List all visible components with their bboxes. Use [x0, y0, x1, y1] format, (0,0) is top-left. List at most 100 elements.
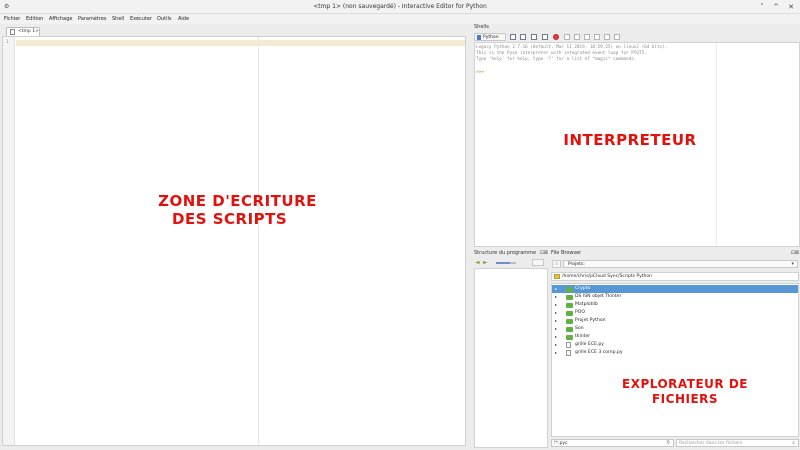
search-icon: ⌕	[792, 440, 795, 446]
title-bar: ⚙ <tmp 1> (non sauvegardé) - Interactive…	[0, 0, 800, 14]
maximize-icon[interactable]: ^	[771, 2, 781, 12]
file-name: grille ECE.py	[575, 342, 605, 347]
menu-executer[interactable]: Exécuter	[130, 16, 152, 22]
editor-tab-bar: <tmp 1>	[2, 26, 468, 36]
folder-row[interactable]: ▸ POO	[552, 309, 798, 317]
file-name: Crypto	[575, 286, 591, 291]
structure-panel-label: Structure du programme	[474, 250, 537, 256]
menu-aide[interactable]: Aide	[178, 16, 189, 22]
editor-annotation-line2: DES SCRIPTS	[172, 210, 288, 228]
editor-annotation-line1: ZONE D'ECRITURE	[158, 192, 317, 210]
terminate-icon[interactable]	[542, 34, 548, 40]
folder-row[interactable]: ▸ Matplotlib	[552, 301, 798, 309]
file-name: grille ECE 3 comp.py	[575, 350, 623, 355]
folder-row[interactable]: ▸ Son	[552, 325, 798, 333]
debug-stack-icon[interactable]	[614, 34, 620, 40]
expand-arrow-icon[interactable]: ▸	[555, 294, 557, 299]
code-editor[interactable]: 1	[2, 36, 466, 446]
file-row[interactable]: ▸ grille ECE 3 comp.py	[552, 349, 798, 357]
folder-icon	[566, 311, 573, 316]
folder-icon	[566, 327, 573, 332]
file-browser-toolbar: ☆ Projets: ▾	[551, 259, 799, 269]
debug-stop-icon[interactable]	[564, 34, 570, 40]
menu-outils[interactable]: Outils	[157, 16, 171, 22]
folder-icon	[566, 303, 573, 308]
restart-icon[interactable]	[531, 34, 537, 40]
arrow-right-icon[interactable]: ►	[483, 260, 488, 266]
folder-icon	[566, 335, 573, 340]
python-interpreter-label: Python	[483, 35, 499, 40]
chevron-down-icon: ▾	[791, 261, 794, 267]
expand-arrow-icon[interactable]: ▸	[555, 342, 557, 347]
file-name: tkinter	[575, 334, 591, 339]
python-interpreter-button[interactable]: Python	[474, 33, 506, 41]
project-select[interactable]: Projets: ▾	[563, 260, 798, 268]
menu-affichage[interactable]: Affichage	[49, 16, 73, 22]
menu-fichier[interactable]: Fichier	[4, 16, 20, 22]
window-title: <tmp 1> (non sauvegardé) - Interactive E…	[313, 3, 487, 10]
file-search-input[interactable]: Rechercher dans les fichiers ⌕	[676, 439, 799, 447]
clear-icon[interactable]	[510, 34, 516, 40]
menu-bar: Fichier Edition Affichage Paramètres She…	[0, 14, 800, 24]
file-search-placeholder: Rechercher dans les fichiers	[679, 441, 743, 446]
interrupt-icon[interactable]	[520, 34, 526, 40]
shell-banner-line: This is the Pyzo interpreter with integr…	[476, 51, 647, 56]
folder-row[interactable]: ▸ DS ISN objet Tkinter	[552, 293, 798, 301]
shell-banner-line: Type 'help' for help, type '?' for a lis…	[476, 57, 637, 62]
python-icon	[477, 35, 481, 40]
debug-step-into-icon[interactable]	[584, 34, 590, 40]
path-bar[interactable]: /home/chris/pCloud Sync/Scripts Python	[551, 272, 799, 281]
document-icon	[10, 29, 15, 35]
folder-icon	[566, 319, 573, 324]
file-filter-bar: !*.pyc ⚲ Rechercher dans les fichiers ⌕	[551, 438, 799, 448]
debug-step-over-icon[interactable]	[574, 34, 580, 40]
expand-arrow-icon[interactable]: ▸	[555, 350, 557, 355]
expand-arrow-icon[interactable]: ▸	[555, 310, 557, 315]
file-annotation-line2: FICHIERS	[651, 392, 719, 406]
folder-row[interactable]: ▸ Crypto	[552, 285, 798, 293]
debug-continue-icon[interactable]	[604, 34, 610, 40]
file-filter-value: !*.pyc	[554, 441, 568, 446]
expand-arrow-icon[interactable]: ▸	[555, 286, 557, 291]
expand-arrow-icon[interactable]: ▸	[555, 302, 557, 307]
structure-filter-icon[interactable]	[532, 259, 544, 266]
python-file-icon	[566, 350, 571, 356]
close-shell-icon[interactable]	[553, 34, 559, 40]
shell-banner-line: Legacy Python 2.7.16 (default, Mar 11 20…	[476, 45, 668, 50]
folder-row[interactable]: ▸ tkinter	[552, 333, 798, 341]
minimize-icon[interactable]: ˅	[757, 2, 767, 12]
close-icon[interactable]: ✕	[786, 2, 796, 12]
star-icon[interactable]: ☆	[552, 260, 561, 268]
file-browser-label: File Browser	[551, 250, 582, 256]
expand-arrow-icon[interactable]: ▸	[555, 326, 557, 331]
editor-tab[interactable]: <tmp 1>	[6, 27, 40, 36]
structure-tree[interactable]	[474, 268, 548, 448]
folder-icon	[566, 295, 573, 300]
folder-row[interactable]: ▸ Projet Python	[552, 317, 798, 325]
line-number-gutter: 1	[3, 37, 15, 445]
menu-edition[interactable]: Edition	[26, 16, 43, 22]
python-file-icon	[566, 342, 571, 348]
line-number: 1	[6, 40, 9, 45]
file-name: DS ISN objet Tkinter	[575, 294, 622, 299]
depth-slider[interactable]	[496, 262, 516, 264]
current-path: /home/chris/pCloud Sync/Scripts Python	[562, 274, 653, 279]
edge-column-line	[258, 37, 259, 445]
menu-parametres[interactable]: Paramètres	[78, 16, 107, 22]
funnel-icon[interactable]: ⚲	[666, 440, 670, 446]
file-filter-input[interactable]: !*.pyc ⚲	[551, 439, 674, 447]
expand-arrow-icon[interactable]: ▸	[555, 334, 557, 339]
menu-shell[interactable]: Shell	[112, 16, 124, 22]
arrow-left-icon[interactable]: ◄	[475, 260, 480, 266]
panel-controls-icon[interactable]: ⊡⊠	[540, 250, 548, 256]
file-list[interactable]: ▸ Crypto ▸ DS ISN objet Tkinter ▸ Matplotlib ▸…	[551, 283, 799, 437]
file-browser-title: File Browser ⊡⊠	[551, 250, 800, 256]
file-browser-annotation: EXPLORATEUR DE FICHIERS	[600, 377, 770, 407]
file-row[interactable]: ▸ grille ECE.py	[552, 341, 798, 349]
file-name: Matplotlib	[575, 302, 598, 307]
debug-step-out-icon[interactable]	[594, 34, 600, 40]
editor-annotation: ZONE D'ECRITURE DES SCRIPTS	[130, 192, 345, 228]
expand-arrow-icon[interactable]: ▸	[555, 318, 557, 323]
project-select-label: Projets:	[568, 262, 585, 267]
panel-controls-icon[interactable]: ⊡⊠	[791, 250, 799, 256]
